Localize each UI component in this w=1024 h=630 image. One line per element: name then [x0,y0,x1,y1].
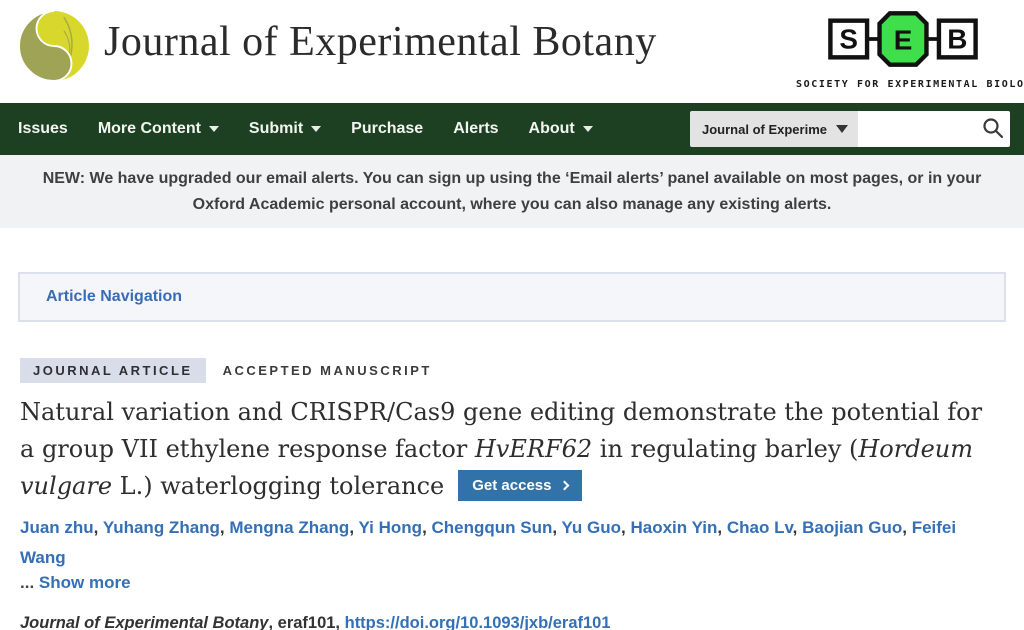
author-list: Juan zhu, Yuhang Zhang, Mengna Zhang, Yi… [20,513,1004,573]
search-scope-select[interactable]: Journal of Experime [690,111,858,147]
chevron-down-icon [836,125,848,133]
author-link[interactable]: Juan zhu [20,518,94,537]
chevron-down-icon [209,126,219,132]
author-link[interactable]: Yi Hong [358,518,422,537]
alert-banner: NEW: We have upgraded our email alerts. … [0,155,1024,228]
seb-logo-icon: S E B [797,6,1009,72]
nav-item-label: Purchase [351,120,423,138]
nav-item-label: More Content [98,120,201,138]
author-link[interactable]: Yu Guo [562,518,622,537]
search-scope-value: Journal of Experime [702,122,827,137]
nav-item-label: Issues [18,120,68,138]
author-separator: , [902,518,911,537]
main-navbar: Issues More Content Submit Purchase Aler… [0,103,1024,155]
title-text: L.) waterlogging tolerance [112,472,444,500]
author-link[interactable]: Chao Lv [727,518,793,537]
author-link[interactable]: Baojian Guo [802,518,902,537]
citation-id: , eraf101, [268,614,344,630]
search-button[interactable] [980,116,1006,142]
show-more-link[interactable]: Show more [39,573,131,592]
title-gene-name: HvERF62 [475,435,592,463]
author-separator: , [717,518,726,537]
author-separator: , [793,518,802,537]
ellipsis: ... [20,573,34,592]
show-more-row: ... Show more [20,573,1004,593]
manuscript-status: ACCEPTED MANUSCRIPT [223,363,432,378]
seb-tagline: SOCIETY FOR EXPERIMENTAL BIOLOGY [796,79,1010,90]
nav-item-more-content[interactable]: More Content [98,120,219,138]
journal-title: Journal of Experimental Botany [104,18,657,66]
nav-item-label: About [529,120,575,138]
chevron-down-icon [311,126,321,132]
author-separator: , [220,518,229,537]
author-link[interactable]: Chengqun Sun [432,518,553,537]
nav-item-about[interactable]: About [529,120,593,138]
alert-banner-text: NEW: We have upgraded our email alerts. … [12,166,1012,218]
title-text: in regulating barley ( [592,435,858,463]
doi-link[interactable]: https://doi.org/10.1093/jxb/eraf101 [345,614,611,630]
nav-item-purchase[interactable]: Purchase [351,120,423,138]
author-link[interactable]: Mengna Zhang [229,518,349,537]
nav-item-issues[interactable]: Issues [18,120,68,138]
svg-text:E: E [894,24,913,55]
search-icon [981,116,1005,140]
journal-article-badge: JOURNAL ARTICLE [20,358,206,383]
seb-logo: S E B SOCIETY FOR EXPERIMENTAL BIOLOGY [796,6,1010,90]
nav-item-alerts[interactable]: Alerts [453,120,498,138]
chevron-right-icon [560,481,570,491]
svg-text:B: B [947,24,967,55]
site-header: Journal of Experimental Botany S E B SOC… [0,0,1024,103]
author-link[interactable]: Yuhang Zhang [103,518,220,537]
journal-logo-icon [16,8,92,84]
author-separator: , [94,518,103,537]
chevron-down-icon [583,126,593,132]
article-title: Natural variation and CRISPR/Cas9 gene e… [20,394,1004,505]
citation-line: Journal of Experimental Botany, eraf101,… [20,614,1004,630]
nav-item-label: Submit [249,120,303,138]
get-access-label: Get access [472,477,551,494]
article-header: JOURNAL ARTICLE ACCEPTED MANUSCRIPT Natu… [0,358,1024,630]
nav-item-submit[interactable]: Submit [249,120,321,138]
nav-item-label: Alerts [453,120,498,138]
author-separator: , [552,518,561,537]
svg-text:S: S [839,24,858,55]
article-navigation-link[interactable]: Article Navigation [46,288,182,306]
search-group: Journal of Experime [690,111,1010,147]
author-link[interactable]: Haoxin Yin [630,518,717,537]
author-separator: , [422,518,431,537]
get-access-button[interactable]: Get access [458,470,582,501]
citation-journal: Journal of Experimental Botany [20,614,268,630]
article-navigation-panel: Article Navigation [18,272,1006,322]
